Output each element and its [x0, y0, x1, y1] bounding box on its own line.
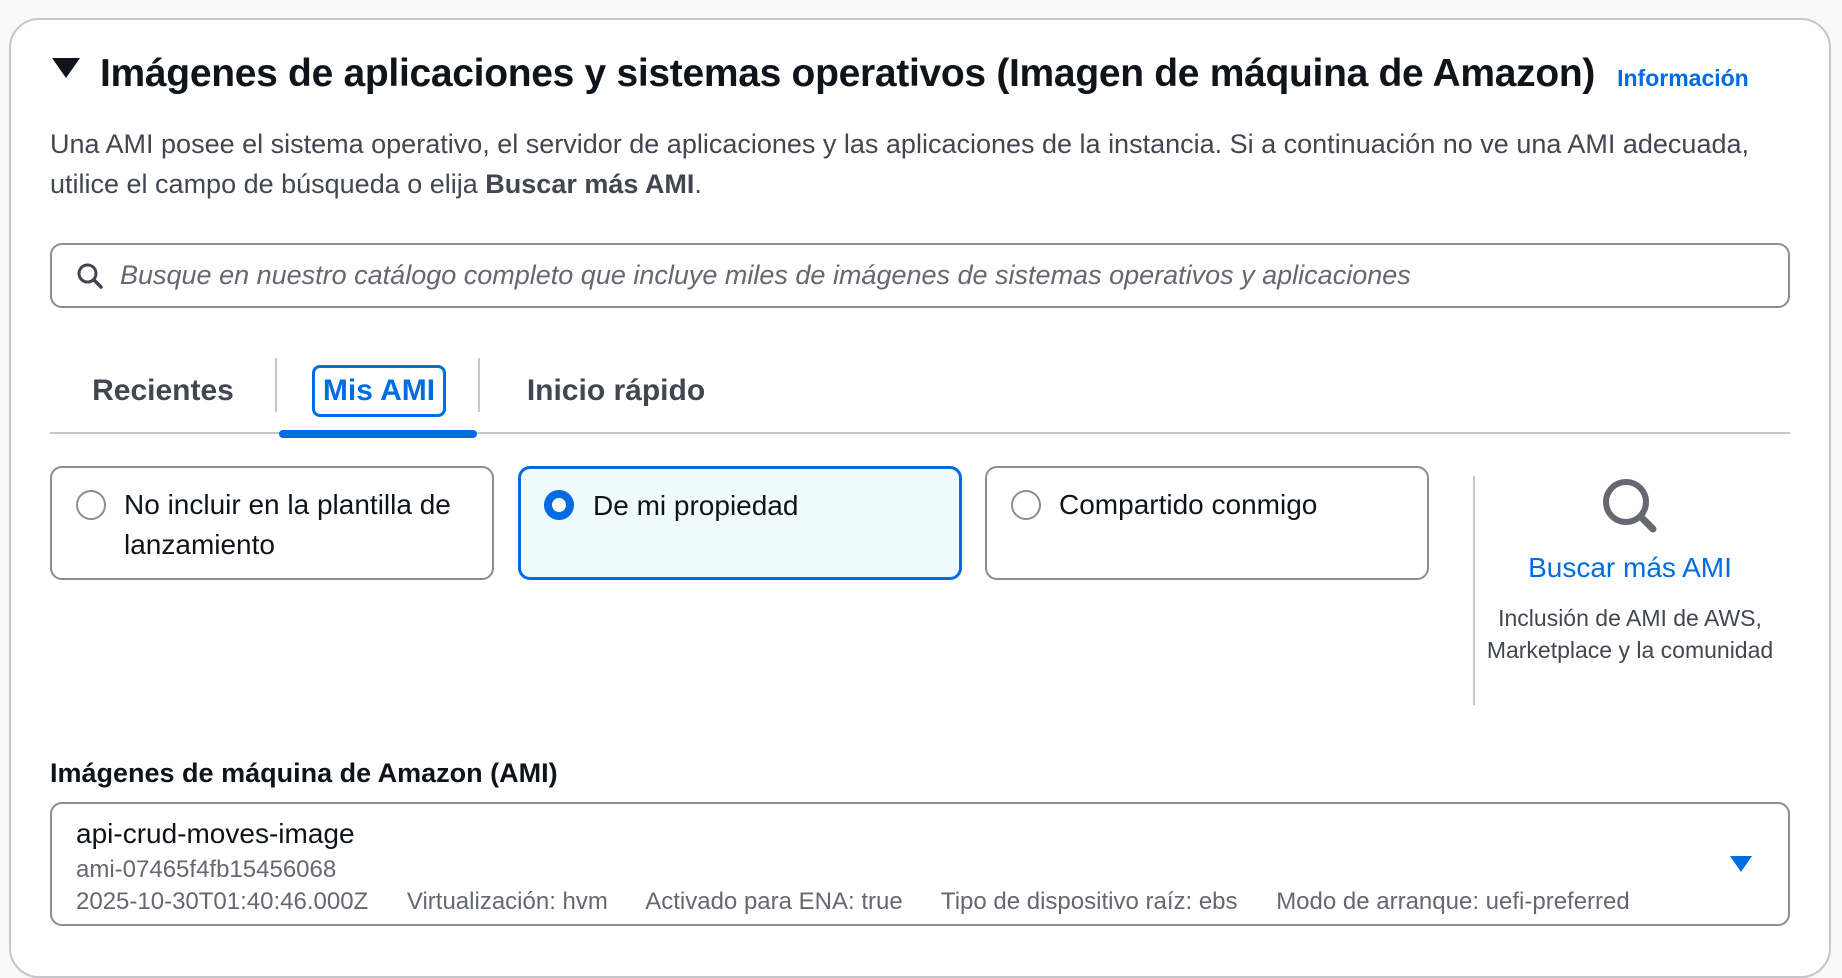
- tab-inicio-rapido[interactable]: Inicio rápido: [518, 352, 714, 430]
- active-tab-indicator: [279, 430, 477, 438]
- tab-separator: [478, 358, 480, 412]
- ami-boot-mode: Modo de arranque: uefi-preferred: [1276, 888, 1630, 915]
- ami-id: ami-07465f4fb15456068: [76, 856, 337, 883]
- tab-mis-ami[interactable]: Mis AMI: [308, 352, 450, 430]
- ami-field-label: Imágenes de máquina de Amazon (AMI): [50, 758, 558, 788]
- browse-more-ami-link[interactable]: Buscar más AMI: [1480, 552, 1780, 584]
- ami-ena: Activado para ENA: true: [645, 888, 903, 915]
- ami-created: 2025-10-30T01:40:46.000Z: [76, 888, 369, 915]
- ami-name: api-crud-moves-image: [76, 818, 355, 849]
- tab-separator: [275, 358, 277, 412]
- dropdown-caret-icon[interactable]: [1730, 856, 1752, 872]
- radio-button[interactable]: [76, 490, 106, 520]
- radio-button[interactable]: [1011, 490, 1041, 520]
- radio-card-shared-with-me[interactable]: Compartido conmigo: [985, 466, 1429, 580]
- ami-search-box[interactable]: [50, 243, 1790, 308]
- description-suffix: .: [694, 169, 702, 199]
- radio-card-owned-by-me[interactable]: De mi propiedad: [518, 466, 962, 580]
- collapse-caret-icon[interactable]: [52, 58, 80, 78]
- ami-virtualization: Virtualización: hvm: [406, 888, 608, 915]
- description-bold: Buscar más AMI: [485, 169, 695, 199]
- ami-tabs: Recientes Mis AMI Inicio rápido: [50, 352, 1790, 438]
- info-link[interactable]: Información: [1617, 65, 1749, 92]
- ami-root-device: Tipo de dispositivo raíz: ebs: [940, 888, 1238, 915]
- browse-more-ami: Buscar más AMI Inclusión de AMI de AWS, …: [1480, 476, 1780, 666]
- description-text: Una AMI posee el sistema operativo, el s…: [50, 129, 1749, 199]
- vertical-divider: [1473, 476, 1475, 705]
- radio-label: De mi propiedad: [593, 490, 799, 521]
- ami-metadata: 2025-10-30T01:40:46.000Z Virtualización:…: [76, 888, 1662, 916]
- radio-button[interactable]: [544, 490, 574, 520]
- section-header: Imágenes de aplicaciones y sistemas oper…: [52, 52, 1749, 96]
- radio-card-not-included[interactable]: No incluir en la plantilla de lanzamient…: [50, 466, 494, 580]
- radio-label: No incluir en la plantilla de lanzamient…: [124, 489, 451, 560]
- section-description: Una AMI posee el sistema operativo, el s…: [50, 124, 1750, 204]
- section-title: Imágenes de aplicaciones y sistemas oper…: [100, 52, 1596, 95]
- tab-label: Inicio rápido: [526, 374, 706, 407]
- search-icon: [77, 263, 103, 289]
- ami-select[interactable]: api-crud-moves-image ami-07465f4fb154560…: [50, 802, 1790, 926]
- ami-search-input[interactable]: [118, 259, 1742, 292]
- tab-label: Recientes: [92, 374, 234, 407]
- tab-recientes[interactable]: Recientes: [92, 352, 234, 430]
- browse-more-ami-description: Inclusión de AMI de AWS, Marketplace y l…: [1486, 605, 1774, 663]
- tab-label: Mis AMI: [311, 365, 447, 417]
- radio-label: Compartido conmigo: [1059, 489, 1318, 520]
- search-icon[interactable]: [1598, 476, 1662, 536]
